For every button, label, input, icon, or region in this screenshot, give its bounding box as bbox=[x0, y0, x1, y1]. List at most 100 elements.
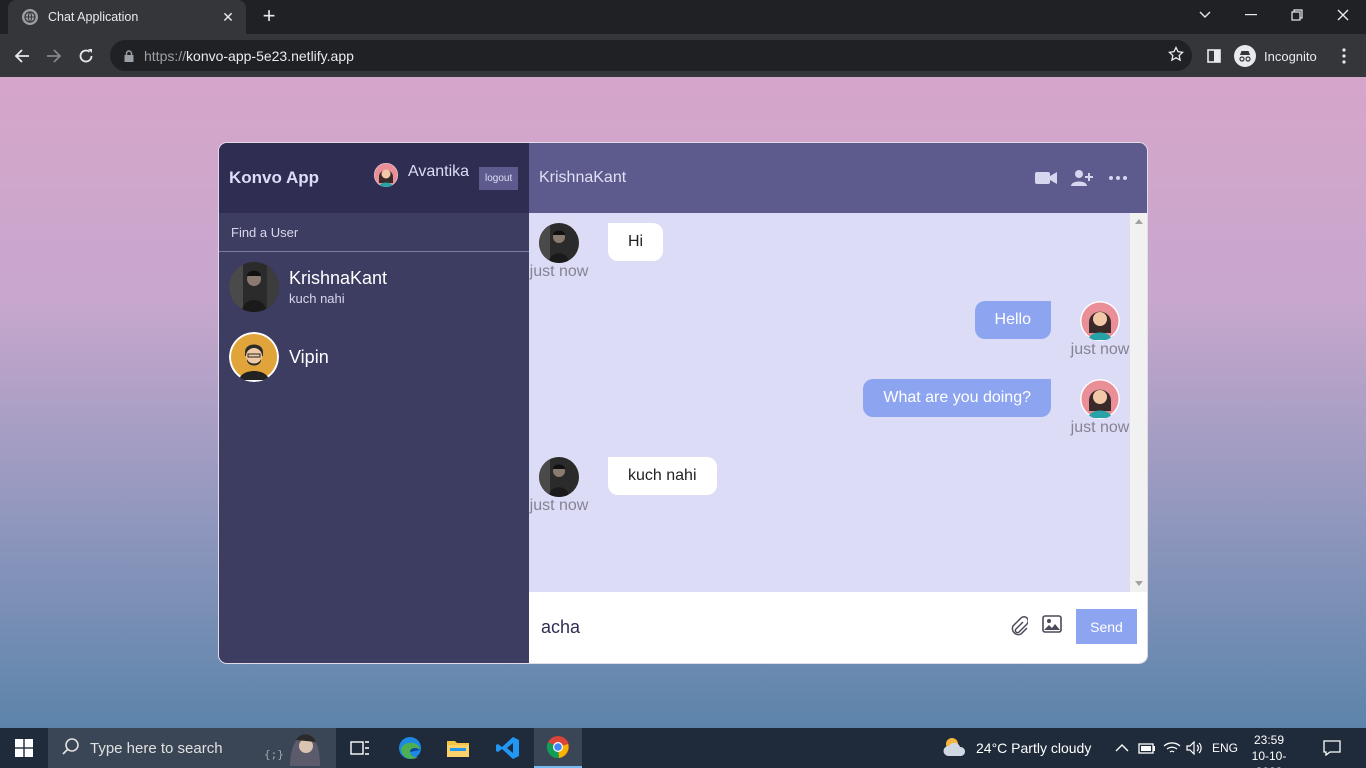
back-icon[interactable] bbox=[8, 42, 36, 70]
lock-icon[interactable] bbox=[122, 49, 136, 63]
tab-title: Chat Application bbox=[48, 10, 139, 24]
message-info: just now bbox=[1070, 300, 1130, 359]
image-upload-icon[interactable] bbox=[1040, 612, 1064, 636]
app-logo: Konvo App bbox=[229, 168, 320, 187]
chat-header-icons bbox=[1035, 167, 1129, 189]
chrome-icon[interactable] bbox=[534, 728, 582, 768]
user-chat-name: Vipin bbox=[289, 346, 329, 367]
attach-icon[interactable] bbox=[1007, 614, 1031, 638]
message-outgoing: just now What are you doing? bbox=[863, 378, 1130, 437]
file-explorer-icon[interactable] bbox=[434, 728, 482, 768]
message-incoming: just now kuch nahi bbox=[529, 456, 717, 515]
message-bubble: Hi bbox=[608, 222, 664, 261]
tab-close-icon[interactable]: ✕ bbox=[220, 9, 236, 26]
scroll-up-icon[interactable] bbox=[1135, 218, 1143, 224]
show-hidden-icons[interactable] bbox=[1115, 728, 1129, 768]
chat-contact-name: KrishnaKant bbox=[539, 168, 627, 186]
notification-icon[interactable] bbox=[1323, 728, 1341, 768]
chat-panel: KrishnaKant just now Hi just now Hello j… bbox=[529, 143, 1147, 663]
windows-start-icon[interactable] bbox=[0, 728, 48, 768]
message-incoming: just now Hi bbox=[529, 222, 664, 281]
forward-icon[interactable] bbox=[40, 42, 68, 70]
star-icon[interactable] bbox=[1167, 45, 1185, 67]
current-user-name: Avantika bbox=[408, 163, 470, 180]
browser-tabbar: Chat Application ✕ + bbox=[0, 0, 1366, 34]
message-time: just now bbox=[529, 496, 589, 514]
language-text: ENG bbox=[1212, 741, 1239, 755]
kebab-menu-icon[interactable] bbox=[1330, 42, 1358, 70]
logout-button[interactable]: logout bbox=[479, 167, 519, 190]
browser-tab[interactable]: Chat Application ✕ bbox=[8, 0, 246, 34]
search-icon bbox=[62, 737, 80, 760]
user-avatar bbox=[229, 332, 279, 382]
message-info: just now bbox=[529, 222, 589, 281]
message-info: just now bbox=[1070, 378, 1130, 437]
message-outgoing: just now Hello bbox=[974, 300, 1130, 359]
message-input-bar: Send bbox=[529, 592, 1147, 663]
battery-icon[interactable] bbox=[1138, 728, 1156, 768]
message-input[interactable] bbox=[541, 617, 981, 639]
close-window-icon[interactable] bbox=[1320, 0, 1366, 30]
message-bubble: What are you doing? bbox=[863, 378, 1051, 417]
search-highlight-icon: {;} bbox=[262, 730, 322, 768]
send-button[interactable]: Send bbox=[1076, 609, 1137, 645]
user-chat-info: Vipin bbox=[289, 347, 329, 368]
message-bubble: Hello bbox=[974, 300, 1051, 339]
page-background: Konvo App Avantika logout KrishnaKant bbox=[0, 77, 1366, 728]
restore-icon[interactable] bbox=[1274, 0, 1320, 30]
sender-avatar bbox=[539, 456, 579, 497]
video-camera-icon[interactable] bbox=[1035, 167, 1057, 189]
taskbar-clock[interactable]: 23:59 10-10-2023 bbox=[1244, 732, 1294, 768]
minimize-icon[interactable] bbox=[1228, 0, 1274, 30]
new-tab-icon[interactable]: + bbox=[258, 5, 280, 28]
user-chat-item[interactable]: KrishnaKant kuch nahi bbox=[219, 252, 529, 322]
message-time: just now bbox=[1070, 418, 1130, 436]
side-panel-icon[interactable] bbox=[1200, 42, 1228, 70]
sidebar: Konvo App Avantika logout KrishnaKant bbox=[219, 143, 529, 663]
url-text: https://konvo-app-5e23.netlify.app bbox=[144, 48, 354, 64]
taskbar-search-placeholder: Type here to search bbox=[90, 739, 223, 757]
message-bubble: kuch nahi bbox=[608, 456, 717, 495]
address-bar[interactable]: https://konvo-app-5e23.netlify.app bbox=[110, 40, 1192, 71]
taskbar-search[interactable]: Type here to search {;} bbox=[48, 728, 336, 768]
wifi-icon[interactable] bbox=[1163, 728, 1181, 768]
message-time: just now bbox=[529, 262, 589, 280]
vscode-icon[interactable] bbox=[484, 728, 532, 768]
incognito-indicator[interactable]: Incognito bbox=[1234, 43, 1317, 69]
find-user-input[interactable] bbox=[231, 224, 511, 240]
weather-widget[interactable]: 24°C Partly cloudy bbox=[942, 728, 1091, 768]
user-chat-name: KrishnaKant bbox=[289, 268, 388, 288]
messages-scrollbar[interactable] bbox=[1130, 212, 1147, 593]
volume-icon[interactable] bbox=[1186, 728, 1204, 768]
current-user: Avantika bbox=[374, 163, 469, 187]
user-search bbox=[219, 213, 529, 252]
user-avatar bbox=[229, 262, 279, 312]
chat-app: Konvo App Avantika logout KrishnaKant bbox=[218, 142, 1148, 664]
reload-icon[interactable] bbox=[72, 42, 100, 70]
sidebar-navbar: Konvo App Avantika logout bbox=[219, 143, 529, 213]
message-info: just now bbox=[529, 456, 589, 515]
svg-text:{;}: {;} bbox=[264, 748, 284, 761]
language-indicator[interactable]: ENG bbox=[1212, 728, 1238, 768]
incognito-label: Incognito bbox=[1264, 48, 1317, 64]
incognito-icon bbox=[1234, 45, 1256, 67]
more-options-icon[interactable] bbox=[1107, 167, 1129, 189]
windows-taskbar: Type here to search {;} 24°C Partly clou… bbox=[0, 728, 1366, 768]
chat-header: KrishnaKant bbox=[529, 143, 1147, 213]
owner-avatar bbox=[1080, 300, 1120, 341]
edge-browser-icon[interactable] bbox=[386, 728, 434, 768]
user-chat-last-message: kuch nahi bbox=[289, 291, 345, 306]
url-prefix: https:// bbox=[144, 47, 187, 64]
messages-area[interactable]: just now Hi just now Hello just now What… bbox=[529, 212, 1147, 593]
globe-icon bbox=[22, 9, 38, 25]
tab-search-icon[interactable] bbox=[1182, 0, 1228, 30]
sender-avatar bbox=[539, 222, 579, 263]
add-user-icon[interactable] bbox=[1071, 167, 1093, 189]
user-chat-info: KrishnaKant kuch nahi bbox=[289, 268, 387, 306]
task-view-icon[interactable] bbox=[336, 728, 384, 768]
partly-cloudy-icon bbox=[942, 736, 968, 761]
scroll-down-icon[interactable] bbox=[1135, 581, 1143, 587]
user-chat-item[interactable]: Vipin bbox=[219, 322, 529, 392]
message-time: just now bbox=[1070, 340, 1130, 358]
owner-avatar bbox=[1080, 378, 1120, 419]
